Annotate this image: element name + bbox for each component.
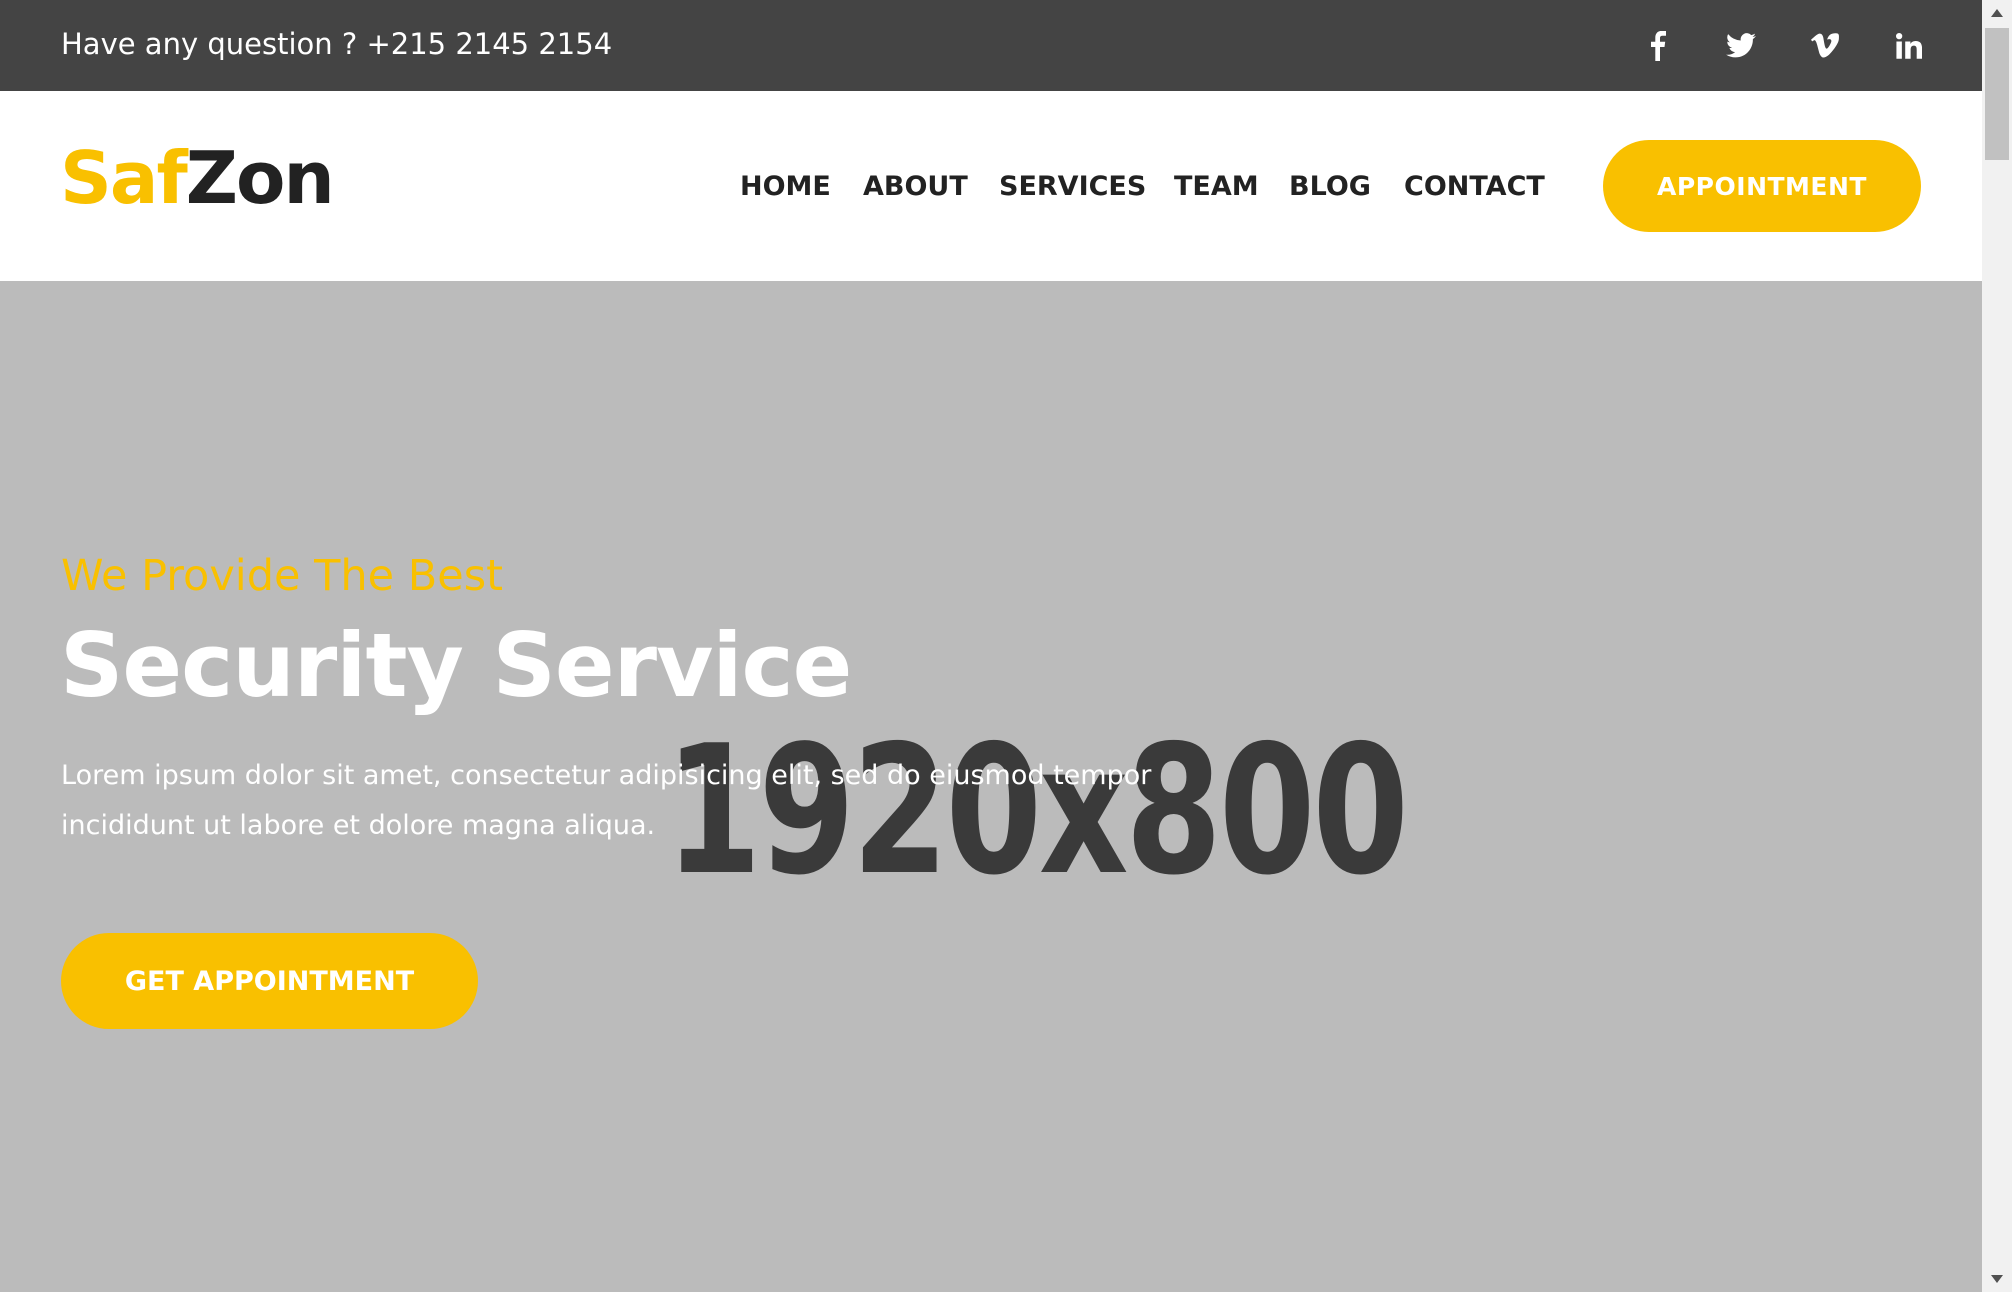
get-appointment-button[interactable]: GET APPOINTMENT xyxy=(61,933,478,1029)
hero-headline: Security Service xyxy=(60,614,852,717)
scroll-up-arrow-icon[interactable] xyxy=(1982,0,2012,26)
nav-services[interactable]: SERVICES xyxy=(999,171,1146,202)
scrollbar[interactable] xyxy=(1982,0,2012,1292)
hero-description: Lorem ipsum dolor sit amet, consectetur … xyxy=(61,760,1152,841)
nav-blog[interactable]: BLOG xyxy=(1289,171,1371,202)
site-logo[interactable]: SafZon xyxy=(60,136,335,220)
nav-about[interactable]: ABOUT xyxy=(863,171,968,202)
hero-banner: 1920x800 We Provide The Best Security Se… xyxy=(0,281,1982,1292)
scrollbar-thumb[interactable] xyxy=(1985,28,2009,160)
nav-home[interactable]: HOME xyxy=(740,171,831,202)
linkedin-icon[interactable] xyxy=(1884,0,1934,91)
vimeo-icon[interactable] xyxy=(1800,0,1850,91)
page: Have any question ? +215 2145 2154 SafZo… xyxy=(0,0,1982,1292)
logo-part-zon: Zon xyxy=(185,136,335,220)
nav-contact[interactable]: CONTACT xyxy=(1404,171,1545,202)
twitter-icon[interactable] xyxy=(1716,0,1766,91)
facebook-icon[interactable] xyxy=(1632,0,1682,91)
top-bar: Have any question ? +215 2145 2154 xyxy=(0,0,1982,91)
hero-tagline: We Provide The Best xyxy=(61,551,504,601)
logo-part-saf: Saf xyxy=(60,136,188,220)
contact-question: Have any question ? +215 2145 2154 xyxy=(61,27,613,61)
nav-team[interactable]: TEAM xyxy=(1174,171,1259,202)
scroll-down-arrow-icon[interactable] xyxy=(1982,1266,2012,1292)
appointment-button[interactable]: APPOINTMENT xyxy=(1603,140,1921,232)
